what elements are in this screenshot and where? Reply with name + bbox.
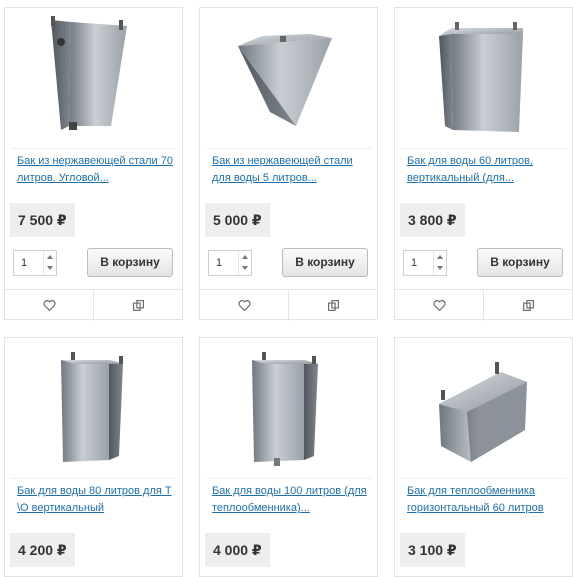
add-to-cart-button[interactable]: В корзину	[87, 248, 173, 277]
product-title-link[interactable]: Бак для теплообменника горизонтальный 60…	[407, 483, 566, 517]
product-image[interactable]	[395, 8, 572, 148]
product-image[interactable]	[5, 8, 182, 148]
quantity-value[interactable]: 1	[21, 251, 27, 275]
stepper-arrows[interactable]	[43, 251, 56, 275]
product-title-link[interactable]: Бак для воды 80 литров для Т \О вертикал…	[17, 483, 176, 517]
product-image[interactable]	[5, 338, 182, 478]
quantity-value[interactable]: 1	[216, 251, 222, 275]
wishlist-button[interactable]	[200, 290, 289, 321]
compare-icon	[132, 300, 144, 311]
heart-icon	[43, 300, 55, 312]
product-price: 3 800 ₽	[400, 203, 465, 237]
product-card: Бак для воды 80 литров для Т \О вертикал…	[4, 337, 183, 577]
heart-icon	[238, 300, 250, 312]
product-card: Бак из нержавеющей стали 70 литров. Угло…	[4, 7, 183, 321]
chevron-up-icon[interactable]	[437, 255, 443, 259]
product-price: 5 000 ₽	[205, 203, 270, 237]
stepper-arrows[interactable]	[433, 251, 446, 275]
divider	[11, 148, 176, 149]
quantity-stepper[interactable]: 1	[13, 250, 57, 276]
product-image[interactable]	[395, 338, 572, 478]
divider	[206, 478, 371, 479]
product-card: Бак для воды 100 литров (для теплообменн…	[199, 337, 378, 577]
divider	[401, 148, 566, 149]
card-actions	[200, 289, 377, 321]
card-actions	[395, 289, 572, 321]
product-title-link[interactable]: Бак для воды 60 литров, вертикальный (дл…	[407, 153, 566, 187]
product-card: Бак из нержавеющей стали для воды 5 литр…	[199, 7, 378, 321]
divider	[206, 148, 371, 149]
chevron-down-icon[interactable]	[242, 266, 248, 270]
stepper-arrows[interactable]	[238, 251, 251, 275]
quantity-stepper[interactable]: 1	[208, 250, 252, 276]
product-title-link[interactable]: Бак из нержавеющей стали 70 литров. Угло…	[17, 153, 176, 187]
compare-icon	[327, 300, 339, 311]
product-card: Бак для воды 60 литров, вертикальный (дл…	[394, 7, 573, 321]
product-title-link[interactable]: Бак для воды 100 литров (для теплообменн…	[212, 483, 371, 517]
compare-button[interactable]	[289, 290, 377, 321]
card-actions	[5, 289, 182, 321]
quantity-stepper[interactable]: 1	[403, 250, 447, 276]
product-card: Бак для теплообменника горизонтальный 60…	[394, 337, 573, 577]
chevron-up-icon[interactable]	[47, 255, 53, 259]
product-image[interactable]	[200, 8, 377, 148]
compare-icon	[522, 300, 534, 311]
product-price: 7 500 ₽	[10, 203, 75, 237]
product-image[interactable]	[200, 338, 377, 478]
quantity-value[interactable]: 1	[411, 251, 417, 275]
product-price: 4 000 ₽	[205, 533, 270, 567]
divider	[11, 478, 176, 479]
product-price: 4 200 ₽	[10, 533, 75, 567]
chevron-down-icon[interactable]	[437, 266, 443, 270]
compare-button[interactable]	[484, 290, 572, 321]
wishlist-button[interactable]	[395, 290, 484, 321]
chevron-down-icon[interactable]	[47, 266, 53, 270]
chevron-up-icon[interactable]	[242, 255, 248, 259]
add-to-cart-button[interactable]: В корзину	[477, 248, 563, 277]
product-title-link[interactable]: Бак из нержавеющей стали для воды 5 литр…	[212, 153, 371, 187]
product-price: 3 100 ₽	[400, 533, 465, 567]
wishlist-button[interactable]	[5, 290, 94, 321]
add-to-cart-button[interactable]: В корзину	[282, 248, 368, 277]
heart-icon	[433, 300, 445, 312]
compare-button[interactable]	[94, 290, 182, 321]
divider	[401, 478, 566, 479]
